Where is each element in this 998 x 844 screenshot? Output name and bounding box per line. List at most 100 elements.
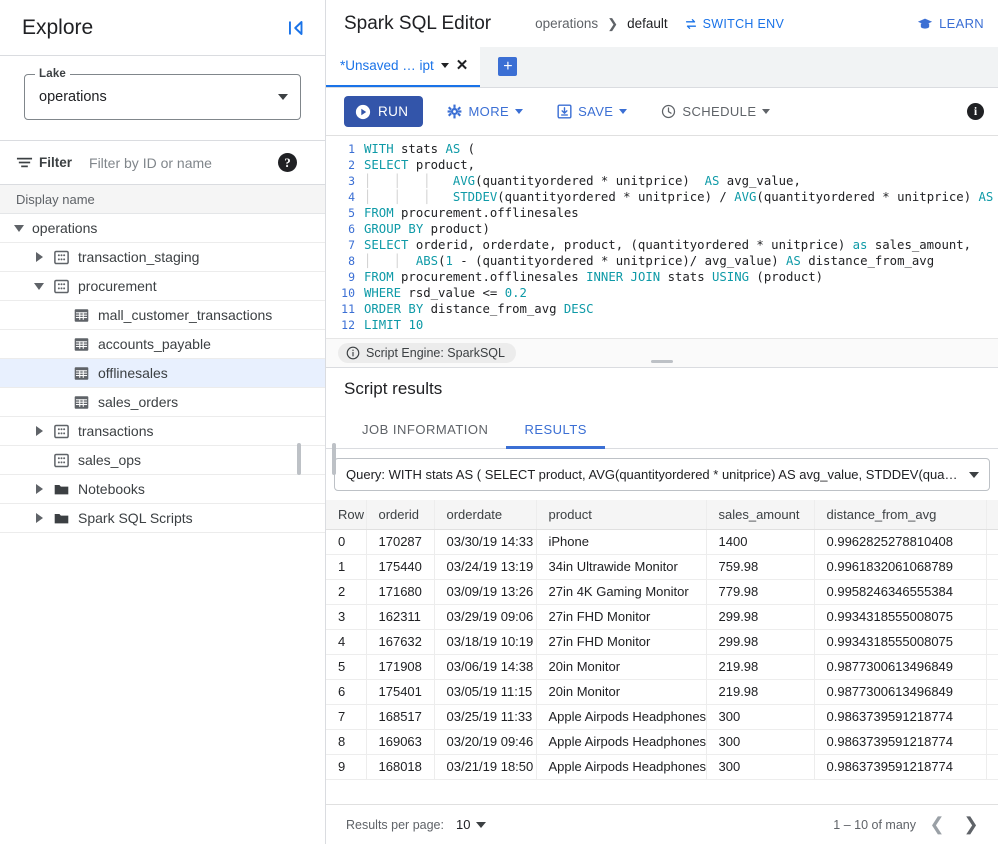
switch-env-button[interactable]: SWITCH ENV — [684, 17, 784, 31]
column-header[interactable]: distance_from_avg — [814, 500, 987, 530]
tree-twisty[interactable] — [30, 277, 48, 295]
tree-twisty[interactable] — [30, 480, 48, 498]
table-cell — [986, 529, 998, 555]
breadcrumb-env[interactable]: default — [627, 16, 668, 31]
table-row[interactable]: 5 171908 03/06/19 14:38 20in Monitor 219.98 0… — [326, 654, 998, 680]
row-index-cell: 5 — [326, 654, 367, 680]
table-row[interactable]: 7 168517 03/25/19 11:33 Apple Airpods Headp… — [326, 704, 998, 730]
tree-item-accounts-payable[interactable]: accounts_payable — [0, 330, 325, 359]
table-row[interactable]: 4 167632 03/18/19 10:19 27in FHD Monitor 299… — [326, 629, 998, 655]
search-input[interactable] — [80, 154, 271, 171]
tree-item-transaction-staging[interactable]: transaction_staging — [0, 243, 325, 272]
run-button[interactable]: RUN — [344, 96, 424, 127]
table-cell: 1400 — [706, 529, 815, 555]
breadcrumb-project[interactable]: operations — [535, 16, 598, 31]
filter-button[interactable]: Filter — [16, 154, 72, 171]
close-icon[interactable]: ✕ — [456, 58, 469, 73]
tab-unsaved-script[interactable]: *Unsaved … ipt ✕ — [326, 46, 481, 87]
chevron-down-icon — [278, 94, 288, 100]
table-row[interactable]: 3 162311 03/29/19 09:06 27in FHD Monitor 299… — [326, 604, 998, 630]
code-line: 7 SELECT orderid, orderdate, product, (qu… — [326, 237, 998, 253]
table-cell: 03/30/19 14:33 — [434, 529, 537, 555]
database-icon — [53, 423, 70, 440]
chevron-left-icon[interactable]: ❮ — [924, 812, 950, 838]
sql-code-editor[interactable]: 1 WITH stats AS (2 SELECT product, 3 │ │ │ A… — [326, 136, 998, 338]
tree-twisty[interactable] — [30, 509, 48, 527]
info-icon[interactable]: i — [967, 103, 984, 120]
column-header[interactable] — [986, 500, 998, 530]
code-line: 11 ORDER BY distance_from_avg DESC — [326, 301, 998, 317]
more-button[interactable]: MORE — [437, 96, 533, 127]
column-header[interactable]: product — [536, 500, 707, 530]
script-engine-chip: Script Engine: SparkSQL — [338, 343, 516, 363]
tree-item-sales-orders[interactable]: sales_orders — [0, 388, 325, 417]
schedule-button[interactable]: SCHEDULE — [651, 96, 780, 127]
table-row[interactable]: 1 175440 03/24/19 13:19 34in Ultrawide Moni… — [326, 554, 998, 580]
tab-results[interactable]: RESULTS — [506, 410, 605, 449]
results-per-page-select[interactable]: 10 — [456, 817, 487, 832]
table-row[interactable]: 2 171680 03/09/19 13:26 27in 4K Gaming Moni… — [326, 579, 998, 605]
tree-item-offlinesales[interactable]: offlinesales — [0, 359, 325, 388]
code-text: WITH stats AS ( — [364, 142, 476, 156]
tree-item-sales-ops[interactable]: sales_ops — [0, 446, 325, 475]
table-row[interactable]: 0 170287 03/30/19 14:33 iPhone 1400 0.9962825… — [326, 529, 998, 555]
tree-item-operations[interactable]: operations — [0, 214, 325, 243]
table-row[interactable]: 8 169063 03/20/19 09:46 Apple Airpods Headp… — [326, 729, 998, 755]
table-row[interactable]: 6 175401 03/05/19 11:15 20in Monitor 219.98 0… — [326, 679, 998, 705]
tree-item-transactions[interactable]: transactions — [0, 417, 325, 446]
learn-label: LEARN — [939, 16, 984, 31]
tab-label: *Unsaved … ipt — [340, 58, 434, 73]
results-per-page-label: Results per page: — [346, 817, 444, 832]
column-header[interactable]: orderid — [366, 500, 435, 530]
table-row[interactable]: 9 168018 03/21/19 18:50 Apple Airpods Headp… — [326, 754, 998, 780]
table-cell: 03/09/19 13:26 — [434, 579, 537, 605]
database-icon — [53, 249, 70, 266]
table-cell: 169063 — [366, 729, 435, 755]
tree-twisty[interactable] — [30, 422, 48, 440]
learn-button[interactable]: LEARN — [917, 16, 984, 32]
help-icon[interactable]: ? — [278, 153, 298, 172]
chevron-down-icon — [619, 109, 628, 114]
save-button[interactable]: SAVE — [547, 96, 637, 127]
tree-item-procurement[interactable]: procurement — [0, 272, 325, 301]
table-cell: 0.9863739591218774 — [814, 729, 987, 755]
tree-item-spark-sql-scripts[interactable]: Spark SQL Scripts — [0, 504, 325, 533]
collapse-panel-icon[interactable] — [283, 15, 309, 41]
tree-twisty[interactable] — [10, 219, 28, 237]
editor-scrollbar[interactable] — [332, 443, 336, 475]
lake-select[interactable]: Lake operations — [24, 68, 301, 120]
code-text: SELECT orderid, orderdate, product, (qua… — [364, 238, 972, 252]
tree-twisty[interactable] — [30, 248, 48, 266]
tree-item-label: Spark SQL Scripts — [78, 510, 193, 526]
table-cell: Apple Airpods Headphones — [536, 729, 707, 755]
table-cell: 0.9877300613496849 — [814, 679, 987, 705]
tab-job-information[interactable]: JOB INFORMATION — [344, 410, 506, 449]
chevron-down-icon[interactable] — [440, 63, 449, 68]
tree-twisty — [50, 364, 68, 382]
table-cell: 34in Ultrawide Monitor — [536, 554, 707, 580]
pagination-range: 1 – 10 of many — [833, 817, 916, 832]
row-index-cell: 0 — [326, 529, 367, 555]
database-icon — [54, 250, 69, 264]
tree-item-notebooks[interactable]: Notebooks — [0, 475, 325, 504]
table-cell: 0.9961832061068789 — [814, 554, 987, 580]
tree-item-mall-customer-transactions[interactable]: mall_customer_transactions — [0, 301, 325, 330]
column-header[interactable]: orderdate — [434, 500, 537, 530]
table-cell: 300 — [706, 704, 815, 730]
tree-scrollbar[interactable] — [297, 443, 301, 475]
table-icon — [73, 365, 90, 382]
table-cell — [986, 629, 998, 655]
query-select[interactable]: Query: WITH stats AS ( SELECT product, A… — [334, 458, 990, 491]
clock-icon — [662, 104, 676, 119]
chevron-down-icon — [34, 282, 44, 290]
add-tab-button[interactable]: + — [498, 57, 518, 76]
column-header[interactable]: sales_amount — [706, 500, 815, 530]
tree-item-label: mall_customer_transactions — [98, 307, 273, 323]
column-header[interactable]: Row — [326, 500, 367, 530]
chevron-right-icon[interactable]: ❯ — [958, 812, 984, 838]
document-tabbar: *Unsaved … ipt ✕ + — [326, 46, 998, 88]
table-cell: 300 — [706, 754, 815, 780]
table-cell: 299.98 — [706, 629, 815, 655]
pane-resize-handle[interactable] — [651, 360, 673, 363]
code-line: 12 LIMIT 10 — [326, 317, 998, 333]
